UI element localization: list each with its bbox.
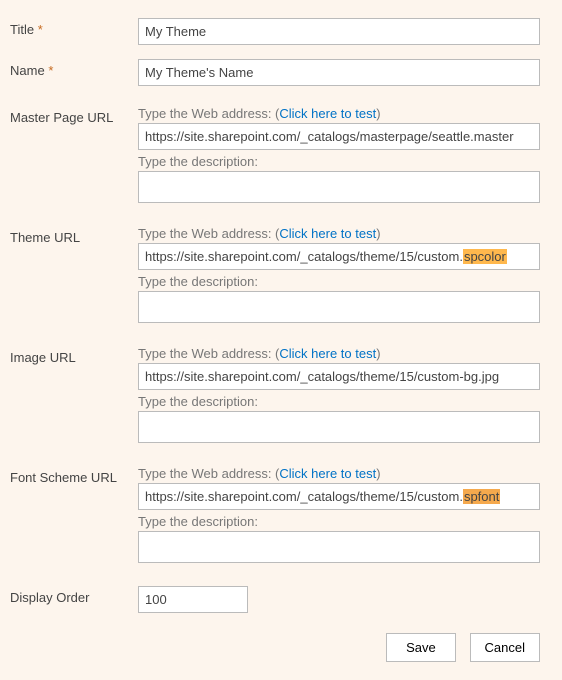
image-desc-input[interactable] [138, 411, 540, 443]
name-input[interactable] [138, 59, 540, 86]
theme-url-label: Theme URL [10, 226, 138, 245]
url-hint: Type the Web address: (Click here to tes… [138, 106, 540, 121]
font-scheme-url-label: Font Scheme URL [10, 466, 138, 485]
desc-hint: Type the description: [138, 394, 540, 409]
master-page-url-input[interactable] [138, 123, 540, 150]
desc-hint: Type the description: [138, 274, 540, 289]
theme-desc-input[interactable] [138, 291, 540, 323]
master-page-desc-input[interactable] [138, 171, 540, 203]
desc-hint: Type the description: [138, 154, 540, 169]
title-input[interactable] [138, 18, 540, 45]
save-button[interactable]: Save [386, 633, 456, 662]
test-link[interactable]: Click here to test [279, 226, 376, 241]
name-label: Name * [10, 59, 138, 78]
font-scheme-desc-input[interactable] [138, 531, 540, 563]
desc-hint: Type the description: [138, 514, 540, 529]
test-link[interactable]: Click here to test [279, 106, 376, 121]
test-link[interactable]: Click here to test [279, 346, 376, 361]
theme-url-input[interactable] [138, 243, 540, 270]
required-marker: * [48, 63, 53, 78]
display-order-label: Display Order [10, 586, 138, 605]
test-link[interactable]: Click here to test [279, 466, 376, 481]
title-label: Title * [10, 18, 138, 37]
url-hint: Type the Web address: (Click here to tes… [138, 346, 540, 361]
image-url-input[interactable] [138, 363, 540, 390]
image-url-label: Image URL [10, 346, 138, 365]
display-order-input[interactable] [138, 586, 248, 613]
required-marker: * [38, 22, 43, 37]
url-hint: Type the Web address: (Click here to tes… [138, 466, 540, 481]
url-hint: Type the Web address: (Click here to tes… [138, 226, 540, 241]
font-scheme-url-input[interactable] [138, 483, 540, 510]
cancel-button[interactable]: Cancel [470, 633, 540, 662]
master-page-url-label: Master Page URL [10, 106, 138, 125]
